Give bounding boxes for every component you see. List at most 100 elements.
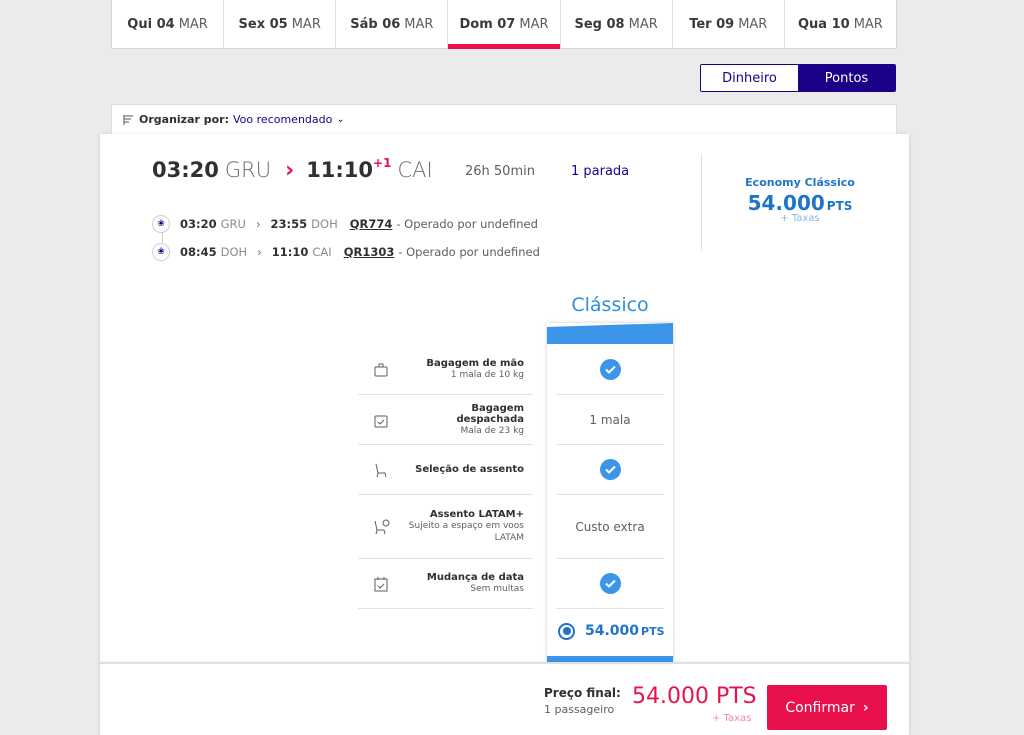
date-month: MAR	[291, 16, 321, 32]
flight-segment: ❀ 03:20 GRU › 23:55 DOH QR774 - Operado …	[152, 210, 540, 238]
date-day: Dom 07	[459, 16, 516, 32]
benefits-list: Bagagem de mão 1 mala de 10 kg Bagagem de…	[358, 344, 533, 609]
stops-link[interactable]: 1 parada	[571, 164, 629, 179]
fare-select-price: 54.000 PTS	[585, 623, 665, 639]
fare-taxes: + Taxas	[780, 213, 820, 224]
date-day: Sáb 06	[350, 16, 401, 32]
benefit-title: Bagagem de mão	[426, 357, 524, 369]
fare-select-price-value: 54.000	[585, 623, 640, 639]
segment-operator: - Operado por undefined	[398, 245, 540, 259]
date-day: Seg 08	[574, 16, 625, 32]
fare-price-unit: PTS	[826, 199, 853, 213]
flight-card: 03:20 GRU › 11:10 +1 CAI 26h 50min 1 par…	[100, 134, 909, 662]
benefit-subtitle: Sem multas	[470, 584, 524, 594]
money-toggle-button[interactable]: Dinheiro	[701, 65, 798, 91]
segment-arr-code: DOH	[311, 217, 338, 231]
final-price: 54.000 PTS	[632, 684, 757, 709]
check-icon	[599, 573, 621, 594]
flight-duration: 26h 50min	[465, 164, 535, 179]
benefit-row: Assento LATAM+ Sujeito a espaço em voos L…	[358, 495, 533, 559]
date-tab[interactable]: Qua 10 MAR	[785, 0, 896, 48]
benefit-row: Mudança de data Sem multas	[358, 559, 533, 609]
airline-logo-icon: ❀	[152, 243, 170, 261]
segment-dep-time: 08:45	[180, 245, 217, 259]
date-day: Sex 05	[238, 16, 288, 32]
chevron-right-icon: ›	[862, 699, 869, 716]
fare-column-header	[547, 323, 673, 344]
flight-segment: ❀ 08:45 DOH › 11:10 CAI QR1303 - Operado…	[152, 238, 540, 266]
benefit-row: Bagagem despachada Mala de 23 kg	[358, 395, 533, 445]
fare-cell	[556, 344, 664, 395]
confirm-button[interactable]: Confirmar ›	[767, 685, 887, 730]
fare-select-radio[interactable]: 54.000 PTS	[547, 609, 673, 653]
seat-plus-icon	[358, 518, 404, 536]
confirm-label: Confirmar	[785, 699, 855, 716]
seat-icon	[358, 461, 404, 479]
calendar-icon	[358, 575, 404, 593]
segment-arr-time: 23:55	[270, 217, 308, 231]
flight-summary: 03:20 GRU › 11:10 +1 CAI	[152, 156, 433, 183]
final-taxes: + Taxas	[712, 713, 752, 724]
departure-code: GRU	[224, 158, 272, 182]
sort-label: Organizar por:	[139, 113, 230, 126]
fare-select-price-unit: PTS	[641, 625, 665, 638]
date-day: Qui 04	[127, 16, 175, 32]
benefit-subtitle: Mala de 23 kg	[460, 425, 524, 436]
flight-number-link[interactable]: QR774	[350, 217, 393, 231]
benefit-title: Seleção de assento	[415, 464, 524, 475]
date-month: MAR	[738, 16, 768, 32]
fare-cell	[556, 559, 664, 609]
sort-dropdown[interactable]: Voo recomendado ⌄	[233, 113, 345, 126]
benefit-title: Assento LATAM+	[429, 509, 524, 520]
segment-operator: - Operado por undefined	[396, 217, 538, 231]
benefit-row: Bagagem de mão 1 mala de 10 kg	[358, 344, 533, 395]
final-price-label: Preço final:	[544, 686, 621, 700]
points-toggle-button[interactable]: Pontos	[798, 65, 895, 91]
fare-column-title: Clássico	[571, 294, 649, 316]
benefit-title: Mudança de data	[426, 572, 524, 583]
benefit-row: Seleção de assento	[358, 445, 533, 495]
date-tab[interactable]: Qui 04 MAR	[112, 0, 225, 48]
fare-column[interactable]: 1 mala Custo extra 54.000 PTS	[547, 323, 673, 662]
check-icon	[599, 358, 621, 380]
segment-arr-code: CAI	[312, 245, 332, 259]
date-tab[interactable]: Ter 09 MAR	[673, 0, 785, 48]
segment-arr-time: 11:10	[271, 245, 309, 259]
fare-price: 54.000 PTS	[710, 191, 890, 215]
hand-bag-icon	[358, 360, 404, 378]
date-tab-selected[interactable]: Dom 07 MAR	[448, 0, 561, 49]
arrow-right-icon: ›	[285, 158, 295, 183]
date-day: Qua 10	[797, 16, 850, 32]
arrival-code: CAI	[397, 158, 433, 182]
airline-logo-icon: ❀	[152, 215, 170, 233]
benefit-title: Bagagem despachada	[456, 402, 525, 425]
date-tab[interactable]: Sex 05 MAR	[224, 0, 337, 48]
flight-number-link[interactable]: QR1303	[344, 245, 395, 259]
arrival-time: 11:10	[306, 158, 374, 182]
divider	[701, 154, 702, 250]
sort-bar: Organizar por: Voo recomendado ⌄	[111, 104, 897, 134]
fare-summary[interactable]: Economy Clássico 54.000 PTS + Taxas	[710, 176, 890, 224]
chevron-down-icon: ⌄	[336, 114, 345, 125]
segment-dep-time: 03:20	[180, 217, 217, 231]
fare-cell: Custo extra	[556, 495, 664, 559]
date-tab[interactable]: Sáb 06 MAR	[336, 0, 449, 48]
sort-icon	[123, 114, 133, 125]
segment-list: ❀ 03:20 GRU › 23:55 DOH QR774 - Operado …	[152, 210, 540, 266]
day-offset: +1	[373, 156, 392, 170]
segment-connector	[162, 232, 163, 244]
date-month: MAR	[178, 16, 208, 32]
price-footer: Preço final: 1 passageiro 54.000 PTS + T…	[100, 662, 909, 735]
radio-selected-icon	[558, 622, 575, 640]
segment-dep-code: GRU	[220, 217, 246, 231]
date-selector: Qui 04 MAR Sex 05 MAR Sáb 06 MAR Dom 07 MAR …	[111, 0, 897, 49]
date-tab[interactable]: Seg 08 MAR	[561, 0, 673, 48]
fare-price-value: 54.000	[747, 191, 825, 215]
benefit-subtitle: Sujeito a espaço em voos LATAM	[408, 521, 524, 543]
date-day: Ter 09	[689, 16, 735, 32]
passenger-count: 1 passageiro	[544, 703, 615, 716]
departure-time: 03:20	[152, 158, 219, 182]
chevron-right-icon: ›	[255, 217, 261, 231]
date-month: MAR	[853, 16, 883, 32]
fare-cell	[556, 445, 664, 495]
